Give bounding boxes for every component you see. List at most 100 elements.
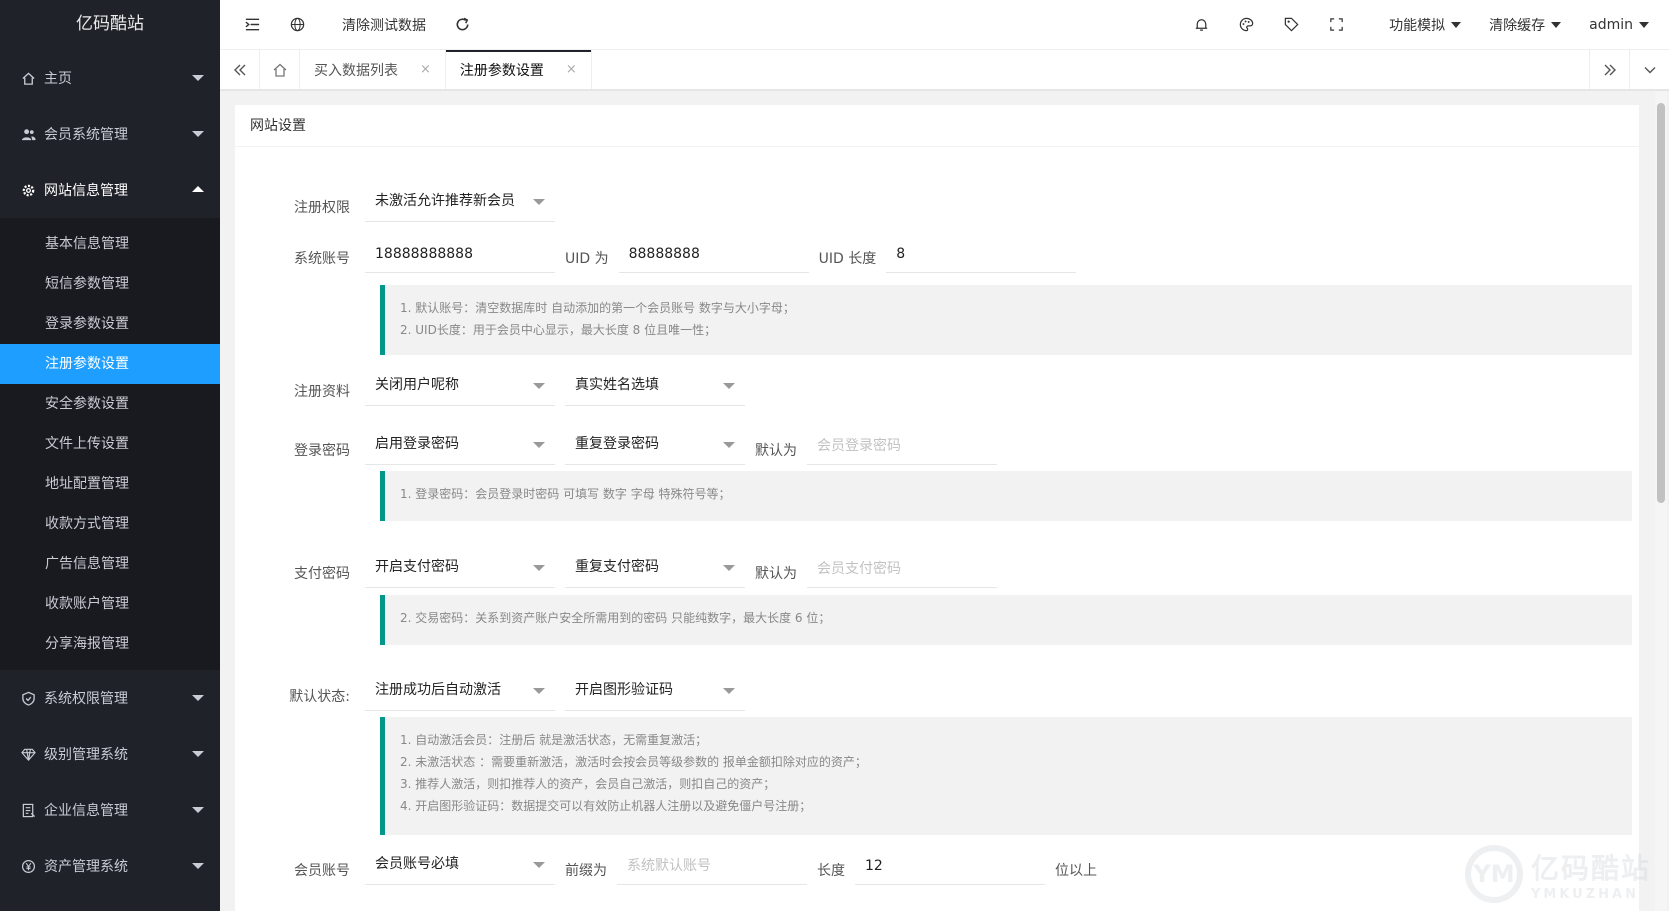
login-password-repeat-select[interactable]: 重复登录密码 [565, 427, 745, 465]
feature-simulation-dropdown[interactable]: 功能模拟 [1359, 0, 1475, 50]
fullscreen-button[interactable] [1314, 0, 1359, 50]
tab-bar: 买入数据列表 × 注册参数设置 × [220, 50, 1669, 90]
realname-select[interactable]: 真实姓名选填 [565, 368, 745, 406]
tip-line: 1. 默认账号：清空数据库时 自动添加的第一个会员账号 数字与大小字母； [400, 301, 795, 315]
settings-card: 网站设置 注册权限 未激活允许推荐新会员 系统账号 UID 为 UID 长度 1… [235, 105, 1639, 911]
chevron-down-icon [192, 751, 204, 757]
pay-password-default-input[interactable] [807, 550, 997, 588]
watermark-title: 亿码酷站 [1530, 851, 1651, 885]
tip-system-account: 1. 默认账号：清空数据库时 自动添加的第一个会员账号 数字与大小字母； 2. … [380, 285, 1632, 355]
sidebar-item-sms-params[interactable]: 短信参数管理 [0, 264, 220, 304]
member-length-input[interactable] [855, 847, 1045, 885]
row-system-account: 系统账号 UID 为 UID 长度 [235, 235, 1086, 273]
tip-pay-password: 2. 交易密码：关系到资产账户安全所需用到的密码 只能纯数字，最大长度 6 位； [380, 595, 1632, 645]
nav-company[interactable]: 企业信息管理 [0, 782, 220, 838]
sidebar: 亿码酷站 主页 会员系统管理 网站信息管理 基本信息管理 短信参数管理 登录参数… [0, 0, 220, 911]
tip-login-password: 1. 登录密码：会员登录时密码 可填写 数字 字母 特殊符号等； [380, 471, 1632, 521]
bell-icon [1195, 19, 1208, 31]
uid-length-input[interactable] [886, 235, 1077, 273]
tip-line: 1. 自动激活会员：注册后 就是激活状态，无需重复激活； [400, 733, 708, 747]
nav-member-system-label: 会员系统管理 [44, 127, 128, 143]
captcha-select[interactable]: 开启图形验证码 [565, 673, 745, 711]
sidebar-item-receiving-accounts[interactable]: 收款账户管理 [0, 584, 220, 624]
member-length-suffix: 位以上 [1055, 863, 1097, 879]
clear-test-data-button[interactable]: 清除测试数据 [320, 0, 440, 50]
nav-site-info[interactable]: 网站信息管理 [0, 162, 220, 218]
uid-input[interactable] [618, 235, 809, 273]
scrollbar-thumb[interactable] [1657, 103, 1665, 503]
tab-scroll-left-button[interactable] [220, 50, 260, 89]
system-account-input[interactable] [365, 235, 555, 273]
pay-password-label: 支付密码 [294, 566, 350, 582]
row-member-account: 会员账号 会员账号必填 前缀为 长度 位以上 [235, 847, 1107, 885]
vertical-scrollbar[interactable] [1655, 91, 1667, 911]
sidebar-item-register-params[interactable]: 注册参数设置 [0, 344, 220, 384]
diamond-icon [20, 746, 36, 762]
sidebar-item-share-posters[interactable]: 分享海报管理 [0, 624, 220, 664]
member-prefix-input[interactable] [617, 847, 807, 885]
sidebar-item-payment-methods[interactable]: 收款方式管理 [0, 504, 220, 544]
tip-line: 2. 未激活状态 ：需要重新激活，激活时会按会员等级参数的 报单金额扣除对应的资… [400, 755, 867, 769]
menu-fold-icon [245, 18, 260, 31]
globe-button[interactable] [275, 0, 320, 50]
pay-password-repeat-select[interactable]: 重复支付密码 [565, 550, 745, 588]
shield-icon [20, 690, 36, 706]
refresh-icon [456, 17, 469, 31]
nickname-select[interactable]: 关闭用户呢称 [365, 368, 555, 406]
tag-button[interactable] [1269, 0, 1314, 50]
reg-permission-select[interactable]: 未激活允许推荐新会员 [365, 184, 555, 222]
reg-permission-label: 注册权限 [294, 200, 350, 216]
row-reg-info: 注册资料 关闭用户呢称 真实姓名选填 [235, 368, 755, 406]
login-password-default-input[interactable] [807, 427, 997, 465]
pay-default-label: 默认为 [755, 566, 797, 582]
row-login-password: 登录密码 启用登录密码 重复登录密码 默认为 [235, 427, 1007, 465]
tab-scroll-right-button[interactable] [1589, 50, 1629, 89]
nav-permissions[interactable]: 系统权限管理 [0, 670, 220, 726]
member-account-select[interactable]: 会员账号必填 [365, 847, 555, 885]
nav-home[interactable]: 主页 [0, 50, 220, 106]
sidebar-item-upload-settings[interactable]: 文件上传设置 [0, 424, 220, 464]
sidebar-item-basic-info[interactable]: 基本信息管理 [0, 224, 220, 264]
refresh-button[interactable] [440, 0, 485, 50]
system-account-label: 系统账号 [294, 251, 350, 267]
member-account-label: 会员账号 [294, 863, 350, 879]
watermark-logo: YM 亿码酷站 YMKUZHAN [1464, 845, 1651, 903]
nav-levels[interactable]: 级别管理系统 [0, 726, 220, 782]
app-window: 亿码酷站 主页 会员系统管理 网站信息管理 基本信息管理 短信参数管理 登录参数… [0, 0, 1669, 911]
nav-assets[interactable]: 资产管理系统 [0, 838, 220, 894]
nav-permissions-label: 系统权限管理 [44, 691, 128, 707]
tab-register-params[interactable]: 注册参数设置 × [445, 50, 592, 89]
gear-icon [20, 182, 36, 198]
tab-menu-button[interactable] [1629, 50, 1669, 89]
clear-cache-dropdown[interactable]: 清除缓存 [1475, 0, 1575, 50]
chevron-up-icon [192, 186, 204, 192]
sidebar-item-ads[interactable]: 广告信息管理 [0, 544, 220, 584]
menu-toggle-button[interactable] [220, 0, 275, 50]
tip-line: 2. UID长度：用于会员中心显示，最大长度 8 位且唯一性； [400, 323, 717, 337]
theme-button[interactable] [1224, 0, 1269, 50]
nav-assets-label: 资产管理系统 [44, 859, 128, 875]
submenu-site-info: 基本信息管理 短信参数管理 登录参数设置 注册参数设置 安全参数设置 文件上传设… [0, 218, 220, 670]
login-password-label: 登录密码 [294, 443, 350, 459]
home-icon [20, 70, 36, 86]
tab-home[interactable] [260, 50, 300, 89]
tab-label: 注册参数设置 [459, 62, 544, 79]
sidebar-item-address-config[interactable]: 地址配置管理 [0, 464, 220, 504]
close-icon[interactable]: × [420, 62, 431, 77]
nav-member-system[interactable]: 会员系统管理 [0, 106, 220, 162]
close-icon[interactable]: × [566, 62, 577, 77]
chevron-down-icon [192, 863, 204, 869]
sidebar-item-login-params[interactable]: 登录参数设置 [0, 304, 220, 344]
pay-password-mode-select[interactable]: 开启支付密码 [365, 550, 555, 588]
home-icon [273, 63, 286, 77]
login-default-label: 默认为 [755, 443, 797, 459]
auto-activate-select[interactable]: 注册成功后自动激活 [365, 673, 555, 711]
tab-buy-data-list[interactable]: 买入数据列表 × [300, 50, 446, 89]
chevron-down-icon [192, 695, 204, 701]
notification-button[interactable] [1179, 0, 1224, 50]
sidebar-item-security-params[interactable]: 安全参数设置 [0, 384, 220, 424]
card-title: 网站设置 [235, 105, 1639, 147]
user-menu-dropdown[interactable]: admin [1575, 0, 1669, 50]
login-password-mode-select[interactable]: 启用登录密码 [365, 427, 555, 465]
fullscreen-icon [1330, 18, 1343, 31]
